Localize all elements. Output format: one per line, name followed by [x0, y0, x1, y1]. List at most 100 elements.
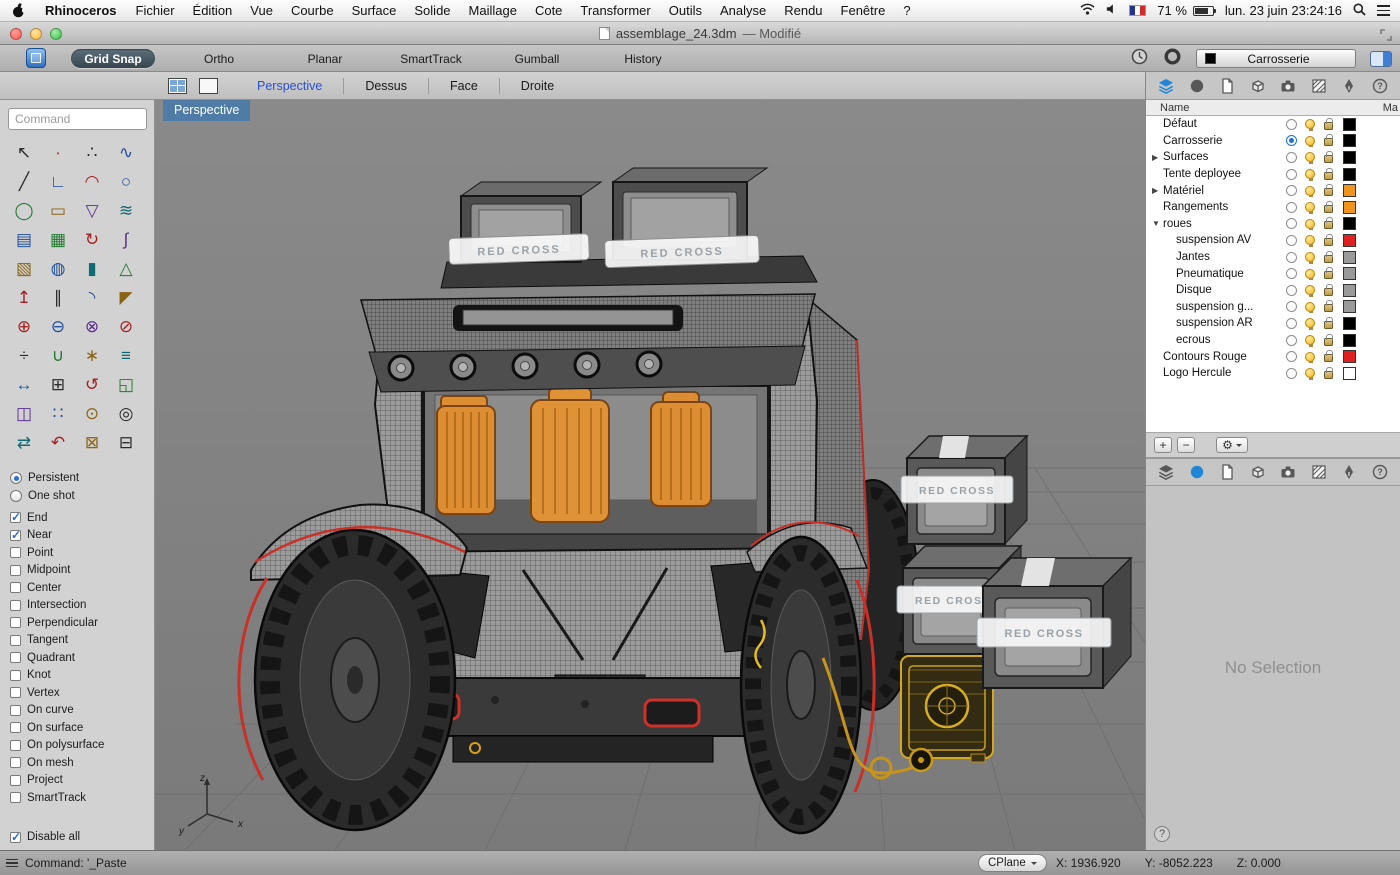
layer-current-radio[interactable]: [1286, 268, 1297, 279]
layer-current-radio[interactable]: [1286, 252, 1297, 263]
layer-current-radio[interactable]: [1286, 185, 1297, 196]
layer-row[interactable]: Logo Hercule: [1146, 365, 1400, 382]
layer-current-radio[interactable]: [1286, 218, 1297, 229]
layer-name[interactable]: Rangements: [1163, 201, 1228, 213]
checkbox[interactable]: [10, 512, 21, 523]
perspective-viewport[interactable]: Perspective: [155, 100, 1145, 850]
toggle-grid-snap[interactable]: Grid Snap: [60, 45, 166, 72]
osnap-end[interactable]: End: [10, 509, 154, 527]
layer-color-swatch[interactable]: [1343, 267, 1356, 280]
help-panel-tab-icon[interactable]: ?: [1370, 462, 1390, 482]
osnap-on-polysurface[interactable]: On polysurface: [10, 737, 154, 755]
layer-color-swatch[interactable]: [1343, 184, 1356, 197]
supply-crates[interactable]: RED CROSS RED CROSS: [897, 436, 1131, 688]
osnap-perpendicular[interactable]: Perpendicular: [10, 614, 154, 632]
volume-icon[interactable]: [1106, 3, 1118, 18]
layer-name[interactable]: Pneumatique: [1176, 268, 1244, 280]
layer-visibility-bulb-icon[interactable]: [1305, 136, 1315, 146]
layer-name[interactable]: roues: [1163, 218, 1192, 230]
viewport-tab-dessus[interactable]: Dessus: [343, 78, 428, 94]
copy-tool-icon[interactable]: ⊞: [41, 370, 75, 399]
layer-color-swatch[interactable]: [1343, 151, 1356, 164]
circle-tool-icon[interactable]: ○: [109, 167, 143, 196]
layer-expand-arrow[interactable]: ▶: [1152, 153, 1163, 162]
viewport-title-label[interactable]: Perspective: [163, 100, 250, 121]
layer-name[interactable]: Défaut: [1163, 118, 1197, 130]
boolean-intersection-tool-icon[interactable]: ⊗: [75, 312, 109, 341]
menu-item-courbe[interactable]: Courbe: [282, 0, 343, 22]
boolean-union-tool-icon[interactable]: ⊕: [7, 312, 41, 341]
checkbox[interactable]: [10, 687, 21, 698]
explode-tool-icon[interactable]: ∗: [75, 341, 109, 370]
layer-lock-icon[interactable]: [1324, 271, 1333, 279]
layer-visibility-bulb-icon[interactable]: [1305, 285, 1315, 295]
crate-top[interactable]: RED CROSS: [901, 436, 1027, 544]
viewport-tab-face[interactable]: Face: [428, 78, 499, 94]
checkbox[interactable]: [10, 670, 21, 681]
four-viewport-layout-icon[interactable]: [168, 78, 187, 94]
camera-panel-tab-icon[interactable]: [1278, 462, 1298, 482]
toggle-gumball[interactable]: Gumball: [484, 45, 590, 72]
layer-visibility-bulb-icon[interactable]: [1305, 335, 1315, 345]
layer-name[interactable]: Tente deployee: [1163, 168, 1241, 180]
layer-lock-icon[interactable]: [1324, 304, 1333, 312]
line-tool-icon[interactable]: ╱: [7, 167, 41, 196]
checkbox[interactable]: [10, 652, 21, 663]
layer-color-swatch[interactable]: [1343, 234, 1356, 247]
layer-visibility-bulb-icon[interactable]: [1305, 269, 1315, 279]
layer-lock-icon[interactable]: [1324, 205, 1333, 213]
layer-color-swatch[interactable]: [1343, 251, 1356, 264]
toggle-ortho[interactable]: Ortho: [166, 45, 272, 72]
toggle-smarttrack[interactable]: SmartTrack: [378, 45, 484, 72]
viewport-tab-droite[interactable]: Droite: [499, 78, 575, 94]
layer-visibility-bulb-icon[interactable]: [1305, 252, 1315, 262]
layer-color-swatch[interactable]: [1343, 168, 1356, 181]
seat-right[interactable]: [651, 392, 711, 506]
layer-expand-arrow[interactable]: ▶: [1152, 186, 1163, 195]
fullscreen-icon[interactable]: [1380, 28, 1392, 46]
chamfer-tool-icon[interactable]: ◤: [109, 283, 143, 312]
osnap-tangent[interactable]: Tangent: [10, 632, 154, 650]
panels-toggle-icon[interactable]: [1370, 51, 1392, 67]
selection-filter-icon[interactable]: [1163, 47, 1182, 71]
checkbox[interactable]: [10, 565, 21, 576]
help-button[interactable]: ?: [1154, 826, 1170, 842]
layer-color-swatch[interactable]: [1343, 217, 1356, 230]
rectangle-tool-icon[interactable]: ▭: [41, 196, 75, 225]
osnap-mode-one-shot[interactable]: One shot: [10, 487, 154, 505]
layer-current-radio[interactable]: [1286, 318, 1297, 329]
viewport-canvas[interactable]: RED CROSS RED CROSS: [155, 100, 1145, 850]
layer-visibility-bulb-icon[interactable]: [1305, 352, 1315, 362]
menu-item-analyse[interactable]: Analyse: [711, 0, 775, 22]
rotate-tool-icon[interactable]: ↺: [75, 370, 109, 399]
app-menu-title[interactable]: Rhinoceros: [35, 3, 127, 18]
osnap-project[interactable]: Project: [10, 772, 154, 790]
menu-item-outils[interactable]: Outils: [660, 0, 711, 22]
add-layer-button[interactable]: +: [1154, 437, 1172, 453]
apple-menu-icon[interactable]: [0, 3, 35, 18]
checkbox[interactable]: [10, 722, 21, 733]
command-line-text[interactable]: Command: '_Paste: [25, 856, 127, 870]
ellipse-tool-icon[interactable]: ◯: [7, 196, 41, 225]
menu-item-dition[interactable]: Édition: [184, 0, 242, 22]
boolean-difference-tool-icon[interactable]: ⊖: [41, 312, 75, 341]
checkbox[interactable]: [10, 775, 21, 786]
move-tool-icon[interactable]: ↔: [7, 370, 41, 399]
loft-tool-icon[interactable]: ▦: [41, 225, 75, 254]
layer-current-radio[interactable]: [1286, 301, 1297, 312]
properties-panel-tab-icon[interactable]: [1187, 76, 1207, 96]
seat-middle[interactable]: [531, 388, 609, 522]
layer-current-radio[interactable]: [1286, 202, 1297, 213]
layer-color-swatch[interactable]: [1343, 367, 1356, 380]
osnap-mode-persistent[interactable]: Persistent: [10, 469, 154, 487]
layer-name[interactable]: Jantes: [1176, 251, 1210, 263]
pen-panel-tab-icon[interactable]: [1339, 462, 1359, 482]
menu-item-solide[interactable]: Solide: [405, 0, 459, 22]
checkbox[interactable]: [10, 740, 21, 751]
hatch-panel-tab-icon[interactable]: [1309, 462, 1329, 482]
crate-right[interactable]: RED CROSS: [977, 558, 1131, 688]
checkbox[interactable]: [10, 582, 21, 593]
checkbox[interactable]: [10, 530, 21, 541]
menubar-cl2ock[interactable]: lun. 23 juin 23:24:16: [1225, 3, 1342, 18]
layer-lock-icon[interactable]: [1324, 188, 1333, 196]
